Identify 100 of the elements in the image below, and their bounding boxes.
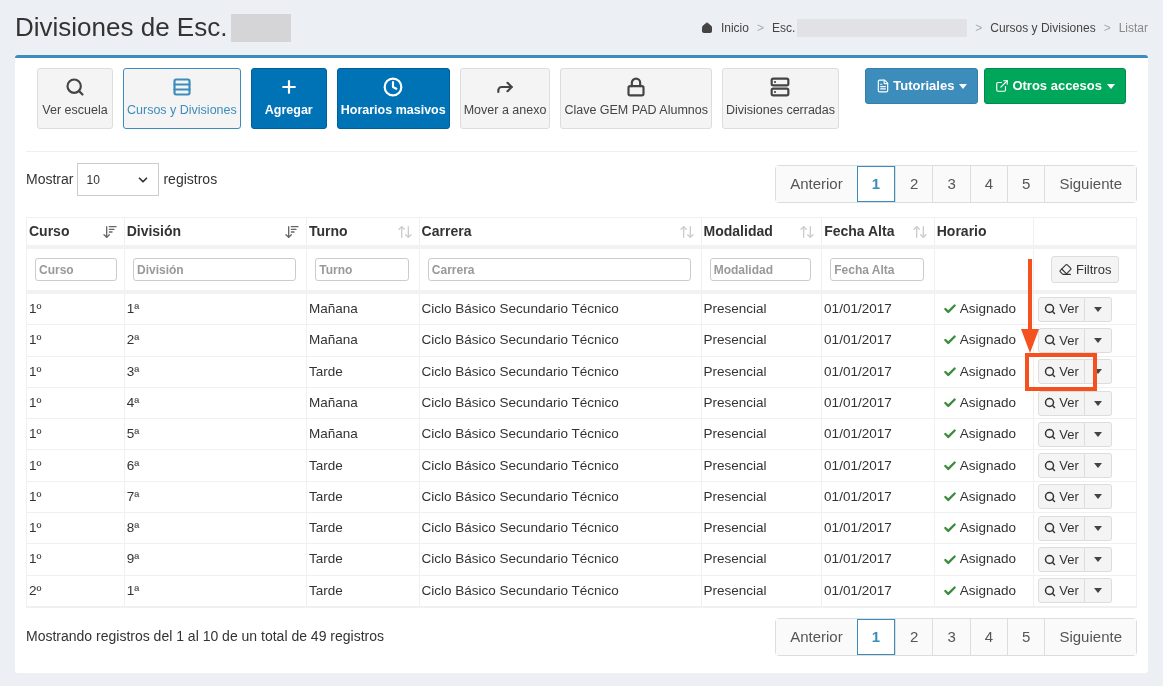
page-button[interactable]: Anterior (776, 618, 857, 655)
table-cell-text: Tarde (309, 362, 343, 381)
column-header[interactable]: Curso (29, 221, 70, 242)
breadcrumb-separator: > (756, 19, 764, 37)
table-cell-text: Presencial (703, 331, 767, 350)
table-cell-text: Ciclo Básico Secundario Técnico (421, 550, 619, 569)
column-header[interactable]: Modalidad (703, 221, 773, 242)
lock-icon (626, 77, 647, 98)
breadcrumb-separator: > (1103, 19, 1111, 37)
page-button[interactable]: 2 (895, 618, 933, 655)
table-cell-text: Asignado (959, 456, 1016, 475)
dropdown-toggle[interactable] (1084, 296, 1112, 322)
view-button[interactable]: Ver (1038, 296, 1085, 322)
server-icon (770, 77, 791, 98)
view-button[interactable]: Ver (1038, 578, 1085, 604)
column-header[interactable]: División (126, 221, 182, 242)
dropdown-button[interactable]: Tutoriales (865, 68, 979, 104)
column-header[interactable]: Carrera (421, 221, 472, 242)
view-button[interactable]: Ver (1038, 515, 1085, 541)
table-cell-text: 01/01/2017 (824, 519, 892, 538)
dropdown-toggle[interactable] (1084, 547, 1112, 572)
table-cell-text: 1º (29, 456, 42, 475)
view-button[interactable]: Ver (1038, 484, 1085, 510)
dropdown-toggle[interactable] (1084, 421, 1112, 447)
view-button[interactable]: Ver (1038, 359, 1085, 385)
table-cell-text: 01/01/2017 (824, 331, 892, 350)
check-icon (942, 583, 957, 598)
view-button[interactable]: Ver (1038, 390, 1085, 416)
table-cell-text: 01/01/2017 (824, 456, 892, 475)
table-cell-text: 1º (29, 362, 42, 381)
table-cell-text: Presencial (703, 300, 767, 318)
sort-icon[interactable] (101, 223, 118, 240)
clear-filters-button[interactable]: Filtros (1051, 256, 1120, 283)
length-label: Mostrar (26, 170, 74, 189)
filter-field[interactable]: División (133, 258, 296, 281)
page-button[interactable]: 1 (856, 166, 896, 202)
dropdown-toggle[interactable] (1084, 578, 1112, 604)
page-size-select[interactable]: 10 (77, 163, 160, 196)
table-cell-text: Asignado (959, 331, 1016, 350)
page-button[interactable]: Siguiente (1044, 166, 1136, 202)
table-cell-text: Tarde (309, 487, 343, 506)
filter-field[interactable]: Curso (35, 258, 117, 281)
page-button[interactable]: 5 (1007, 166, 1045, 202)
dropdown-toggle[interactable] (1084, 453, 1112, 479)
breadcrumb-link[interactable]: Inicio (720, 18, 749, 37)
toolbar-button[interactable]: Mover a anexo (459, 68, 551, 129)
breadcrumb-link[interactable]: Cursos y Divisiones (990, 18, 1096, 37)
page-button[interactable]: 5 (1007, 618, 1045, 655)
page-button[interactable]: 3 (932, 166, 970, 202)
table-cell-text: Ciclo Básico Secundario Técnico (421, 362, 619, 381)
table-cell-text: 01/01/2017 (824, 425, 892, 444)
view-button[interactable]: Ver (1038, 453, 1085, 479)
table-cell-text: Asignado (959, 393, 1016, 412)
column-header[interactable]: Fecha Alta (824, 221, 895, 242)
table-cell-text: Mañana (309, 393, 358, 412)
column-header[interactable]: Turno (309, 221, 348, 242)
page-button[interactable]: 4 (969, 166, 1008, 202)
table-cell-text: Tarde (309, 456, 343, 475)
table-cell-text: Asignado (959, 519, 1016, 538)
table-cell-text: Ciclo Básico Secundario Técnico (421, 519, 619, 538)
search-icon (1044, 428, 1057, 441)
table-cell-text: Ciclo Básico Secundario Técnico (421, 393, 619, 412)
breadcrumb-link[interactable]: Esc. (771, 18, 796, 37)
filter-field[interactable]: Modalidad (709, 258, 811, 281)
dropdown-toggle[interactable] (1084, 327, 1112, 353)
dropdown-toggle[interactable] (1084, 515, 1112, 541)
filter-field[interactable]: Fecha Alta (830, 258, 925, 281)
toolbar-button[interactable]: Ver escuela (37, 68, 113, 129)
sort-icon[interactable] (284, 223, 300, 240)
page-button[interactable]: 1 (856, 618, 896, 655)
toolbar-button[interactable]: Agregar (250, 68, 327, 129)
table-cell-text: Asignado (959, 300, 1016, 318)
table-cell-text: 2ª (126, 331, 140, 350)
filter-field[interactable]: Turno (315, 258, 410, 281)
toolbar-button[interactable]: Clave GEM PAD Alumnos (560, 68, 712, 129)
page-button[interactable]: Siguiente (1044, 618, 1136, 655)
filter-field[interactable]: Carrera (427, 258, 691, 281)
page-button[interactable]: 4 (969, 618, 1008, 655)
table-cell-text: 8ª (126, 519, 140, 538)
table-cell-text: Presencial (703, 425, 767, 444)
view-button[interactable]: Ver (1038, 547, 1085, 572)
table-cell-text: Presencial (703, 456, 767, 475)
page-button[interactable]: Anterior (776, 166, 857, 202)
document-icon (876, 79, 891, 93)
table-cell-text: Presencial (703, 550, 767, 569)
view-button[interactable]: Ver (1038, 421, 1085, 447)
toolbar-button[interactable]: Horarios masivos (336, 68, 450, 129)
toolbar-button[interactable]: Divisiones cerradas (721, 68, 840, 129)
table-cell-text: Mañana (309, 331, 358, 350)
view-button[interactable]: Ver (1038, 327, 1085, 353)
dropdown-toggle[interactable] (1084, 484, 1112, 510)
column-header[interactable]: Horario (936, 221, 987, 242)
caret-icon (1093, 306, 1102, 312)
table-cell-text: 01/01/2017 (824, 581, 892, 600)
table-cell-text: Presencial (703, 581, 767, 600)
table-cell-text: 1ª (126, 581, 140, 600)
page-button[interactable]: 3 (932, 618, 970, 655)
search-icon (1044, 459, 1057, 472)
page-button[interactable]: 2 (895, 166, 933, 202)
page-title: Divisiones de Esc. (15, 11, 228, 44)
